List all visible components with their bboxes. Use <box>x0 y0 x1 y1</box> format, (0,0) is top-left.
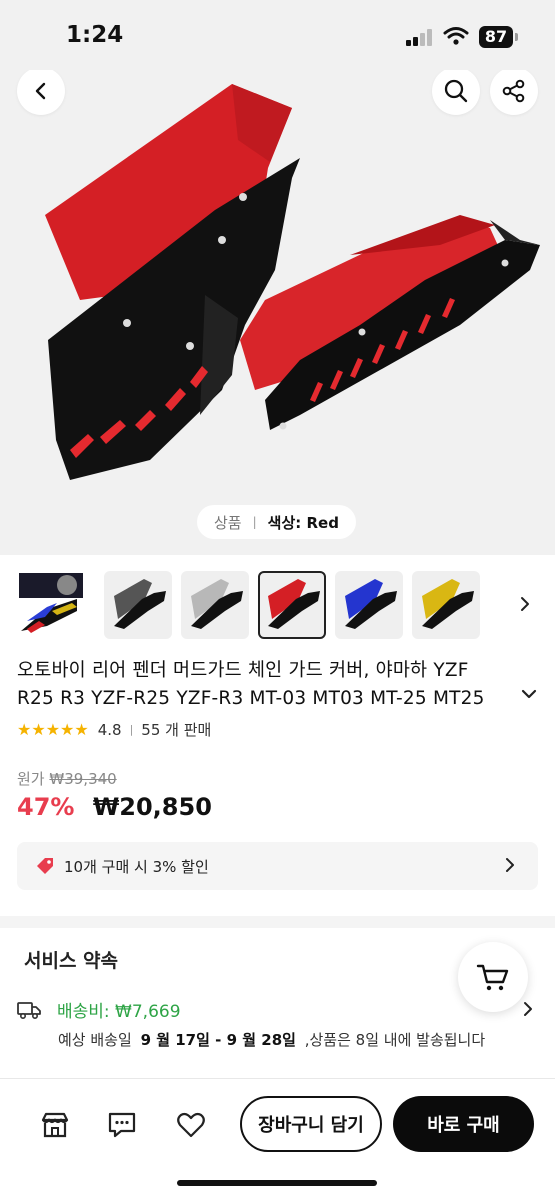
original-price: 원가 ₩39,340 <box>17 768 117 789</box>
chevron-down-icon[interactable] <box>520 687 538 701</box>
variant-pill-label: 상품 <box>214 513 242 532</box>
product-image <box>45 84 540 480</box>
floating-cart-button[interactable] <box>458 942 528 1012</box>
signal-icon <box>406 28 434 46</box>
thumbnail-image <box>114 579 166 629</box>
divider: | <box>252 515 257 529</box>
service-section-title: 서비스 약속 <box>24 950 119 972</box>
product-title-line1: 오토바이 리어 펜더 머드가드 체인 가드 커버, 야마하 YZF <box>17 660 469 681</box>
product-page: 상품 | 색상: Red 1:24 87 오토바이 리어 펜더 머드가드 체인 … <box>0 0 555 1200</box>
chat-button[interactable] <box>105 1108 139 1142</box>
delivery-estimate-label: 예상 배송일 <box>58 1031 132 1049</box>
bulk-discount-banner[interactable]: 10개 구매 시 3% 할인 <box>17 842 538 890</box>
tag-icon <box>37 858 53 874</box>
share-button[interactable] <box>490 67 538 115</box>
thumbnail-strip <box>17 571 547 639</box>
wifi-icon <box>443 27 469 45</box>
buy-now-button[interactable]: 바로 구매 <box>393 1096 534 1152</box>
chevron-right-icon <box>524 1002 532 1016</box>
sale-price: ₩20,850 <box>92 793 212 821</box>
thumbnail-multi[interactable] <box>17 571 85 639</box>
back-button[interactable] <box>17 67 65 115</box>
back-icon <box>35 82 46 100</box>
chevron-right-icon[interactable] <box>518 595 532 613</box>
original-price-value: ₩39,340 <box>49 770 117 788</box>
thumbnail-silver[interactable] <box>181 571 249 639</box>
thumbnail-yellow[interactable] <box>412 571 480 639</box>
bulk-discount-text: 10개 구매 시 3% 할인 <box>64 857 209 876</box>
add-to-cart-button[interactable]: 장바구니 담기 <box>240 1096 382 1152</box>
search-button[interactable] <box>432 67 480 115</box>
sale-price-row: 47% ₩20,850 <box>17 793 212 821</box>
thumbnail-image <box>191 579 243 629</box>
rating-value: 4.8 <box>97 720 122 739</box>
delivery-dates: 9 월 17일 - 9 월 28일 <box>140 1031 296 1049</box>
search-icon <box>444 79 468 103</box>
battery-indicator: 87 <box>479 26 513 48</box>
chat-icon <box>108 1112 136 1138</box>
truck-icon <box>17 1001 41 1019</box>
thumbnail-blue[interactable] <box>335 571 403 639</box>
thumbnail-image <box>19 573 83 633</box>
sold-count: 55 개 판매 <box>141 721 212 739</box>
share-icon <box>502 79 525 103</box>
thumbnail-black[interactable] <box>104 571 172 639</box>
ship-note: ,상품은 8일 내에 발송됩니다 <box>304 1031 486 1049</box>
store-icon <box>41 1112 69 1138</box>
status-bar: 1:24 87 <box>0 0 555 70</box>
thumbnail-image <box>422 579 474 629</box>
shipping-row[interactable]: 배송비: ₩7,669 <box>17 997 181 1022</box>
thumbnail-image <box>268 579 320 629</box>
divider: | <box>129 723 134 736</box>
battery-tip <box>515 33 518 41</box>
shipping-fee: 배송비: ₩7,669 <box>57 1002 181 1022</box>
delivery-estimate: 예상 배송일 9 월 17일 - 9 월 28일 ,상품은 8일 내에 발송됩니… <box>58 1029 485 1050</box>
thumbnail-red[interactable] <box>258 571 326 639</box>
status-time: 1:24 <box>66 22 124 48</box>
discount-badge: 47% <box>17 793 75 821</box>
heart-icon <box>177 1112 205 1138</box>
rating-row[interactable]: ★★★★★ 4.8 | 55 개 판매 <box>17 719 211 740</box>
cart-icon <box>476 964 509 991</box>
section-divider <box>0 916 555 928</box>
product-title: 오토바이 리어 펜더 머드가드 체인 가드 커버, 야마하 YZF R25 R3… <box>17 657 517 713</box>
variant-option-label: 색상: Red <box>267 513 339 532</box>
product-title-line2: R25 R3 YZF-R25 YZF-R3 MT-03 MT03 MT-25 M… <box>17 688 485 709</box>
store-button[interactable] <box>38 1108 72 1142</box>
original-price-label: 원가 <box>17 770 45 788</box>
product-image-gallery[interactable]: 상품 | 색상: Red <box>0 0 555 555</box>
thumbnail-image <box>345 579 397 629</box>
home-indicator <box>177 1180 377 1186</box>
wishlist-button[interactable] <box>174 1108 208 1142</box>
star-rating-icon: ★★★★★ <box>17 720 89 739</box>
chevron-right-icon <box>506 858 514 872</box>
variant-pill[interactable]: 상품 | 색상: Red <box>197 505 356 539</box>
